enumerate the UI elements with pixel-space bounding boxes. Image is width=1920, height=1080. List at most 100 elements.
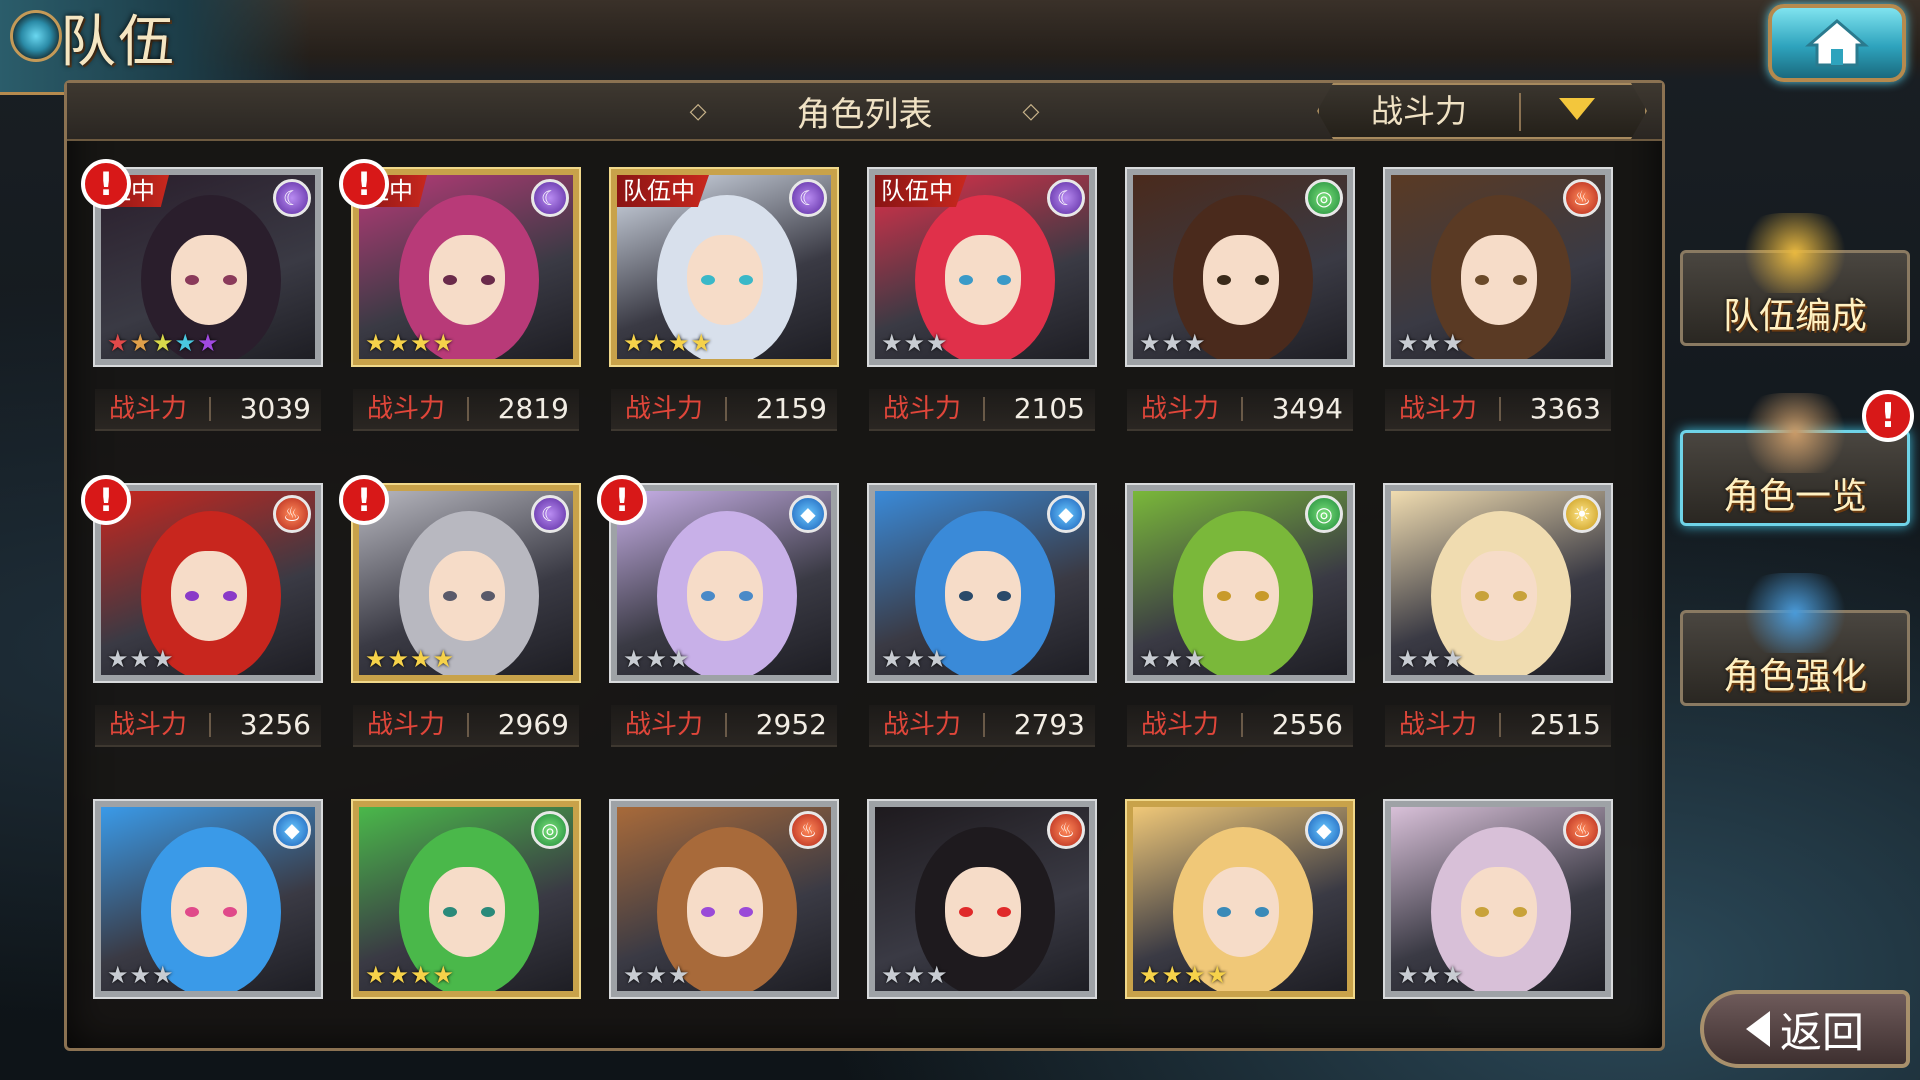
rarity-stars: ★ ★ ★ ★ xyxy=(365,331,454,355)
character-portrait[interactable]: ★ ★ ★ ♨ xyxy=(93,483,323,683)
star-icon: ★ xyxy=(881,329,903,357)
character-portrait[interactable]: ★ ★ ★ ★ ◎ xyxy=(351,799,581,999)
in-team-tag: 队伍中 xyxy=(875,175,967,207)
power-value: 2105 xyxy=(1013,392,1085,425)
character-card[interactable]: ★ ★ ★ ♨ xyxy=(609,799,839,1036)
character-card[interactable]: ★ ★ ★ ☾ 队伍中 战斗力 2105 xyxy=(867,167,1097,449)
power-bar: 战斗力 2969 xyxy=(353,705,579,747)
character-portrait[interactable]: ★ ★ ★ ♨ xyxy=(1383,799,1613,999)
character-card[interactable]: ★ ★ ★ ◆ 战斗力 2793 xyxy=(867,483,1097,765)
panel-title: 角色列表 xyxy=(796,94,933,135)
character-portrait[interactable]: ★ ★ ★ ♨ xyxy=(609,799,839,999)
character-card[interactable]: ★ ★ ★ ♨ 战斗力 3363 xyxy=(1383,167,1613,449)
character-eye xyxy=(959,591,973,601)
character-portrait[interactable]: ★ ★ ★ ◆ xyxy=(867,483,1097,683)
star-icon: ★ xyxy=(645,329,668,357)
character-card[interactable]: ★ ★ ★ ♨! 战斗力 3256 xyxy=(81,475,323,765)
rarity-stars: ★ ★ ★ ★ ★ xyxy=(107,331,219,355)
rarity-stars: ★ ★ ★ xyxy=(1139,647,1206,671)
dropdown-arrow-icon[interactable] xyxy=(1559,98,1595,120)
rarity-stars: ★ ★ ★ xyxy=(623,647,690,671)
character-portrait[interactable]: ★ ★ ★ ★ ★ ☾ 伍中 xyxy=(93,167,323,367)
character-card[interactable]: ★ ★ ★ ♨ xyxy=(867,799,1097,1036)
character-card[interactable]: ★ ★ ★ ☀ 战斗力 2515 xyxy=(1383,483,1613,765)
character-card[interactable]: ★ ★ ★ ★ ☾ 伍中! 战斗力 2819 xyxy=(339,159,581,449)
power-separator xyxy=(209,397,211,421)
side-menu-button[interactable]: 角色强化 xyxy=(1680,573,1910,706)
character-portrait[interactable]: ★ ★ ★ ☾ 队伍中 xyxy=(867,167,1097,367)
character-portrait[interactable]: ★ ★ ★ ◆ xyxy=(609,483,839,683)
character-portrait[interactable]: ★ ★ ★ ★ ☾ 伍中 xyxy=(351,167,581,367)
star-icon: ★ xyxy=(107,329,129,357)
home-button[interactable] xyxy=(1768,4,1906,82)
power-label: 战斗力 xyxy=(1399,710,1478,740)
gear-icon xyxy=(10,10,62,62)
fire-element-icon: ♨ xyxy=(789,811,827,849)
character-portrait[interactable]: ★ ★ ★ ★ ☾ 队伍中 xyxy=(609,167,839,367)
character-card[interactable]: ★ ★ ★ ★ ◎ xyxy=(351,799,581,1036)
character-card[interactable]: ★ ★ ★ ◎ 战斗力 3494 xyxy=(1125,167,1355,449)
star-icon: ★ xyxy=(623,329,645,357)
character-card[interactable]: ★ ★ ★ ◆ xyxy=(93,799,323,1036)
character-card[interactable]: ★ ★ ★ ♨ xyxy=(1383,799,1613,1036)
character-eye xyxy=(1255,591,1269,601)
character-card[interactable]: ★ ★ ★ ◎ 战斗力 2556 xyxy=(1125,483,1355,765)
sort-label: 战斗力 xyxy=(1370,92,1467,130)
power-separator xyxy=(1241,713,1243,737)
rarity-stars: ★ ★ ★ xyxy=(1397,331,1464,355)
star-icon: ★ xyxy=(1397,645,1419,673)
alert-icon: ! xyxy=(1862,390,1914,442)
power-value: 2793 xyxy=(1013,708,1085,741)
character-portrait[interactable]: ★ ★ ★ ♨ xyxy=(1383,167,1613,367)
moon-element-icon: ☾ xyxy=(789,179,827,217)
character-portrait[interactable]: ★ ★ ★ ★ ☾ xyxy=(351,483,581,683)
character-card[interactable]: ★ ★ ★ ◆! 战斗力 2952 xyxy=(597,475,839,765)
back-button[interactable]: 返回 xyxy=(1700,990,1910,1068)
power-label: 战斗力 xyxy=(109,710,188,740)
light-element-icon: ☀ xyxy=(1563,495,1601,533)
power-value: 2819 xyxy=(497,392,569,425)
water-element-icon: ◆ xyxy=(1305,811,1343,849)
character-eye xyxy=(959,907,973,917)
star-icon: ★ xyxy=(432,329,455,357)
power-separator xyxy=(467,397,469,421)
character-card[interactable]: ★ ★ ★ ★ ☾! 战斗力 2969 xyxy=(339,475,581,765)
back-label: 返回 xyxy=(1779,1007,1864,1057)
character-portrait[interactable]: ★ ★ ★ ◆ xyxy=(93,799,323,999)
star-icon: ★ xyxy=(1161,961,1184,989)
rarity-stars: ★ ★ ★ xyxy=(1397,963,1464,987)
character-portrait[interactable]: ★ ★ ★ ◎ xyxy=(1125,483,1355,683)
power-value: 2556 xyxy=(1271,708,1343,741)
side-menu-button[interactable]: 角色一览 xyxy=(1680,393,1910,526)
sort-dropdown[interactable]: 战斗力 xyxy=(1317,83,1647,139)
character-eye xyxy=(959,275,973,285)
character-card[interactable]: ★ ★ ★ ★ ◆ xyxy=(1125,799,1355,1036)
character-portrait[interactable]: ★ ★ ★ ♨ xyxy=(867,799,1097,999)
star-icon: ★ xyxy=(1184,961,1206,989)
power-separator xyxy=(1241,397,1243,421)
star-icon: ★ xyxy=(410,645,432,673)
character-portrait[interactable]: ★ ★ ★ ★ ◆ xyxy=(1125,799,1355,999)
character-eye xyxy=(1217,275,1231,285)
star-icon: ★ xyxy=(129,961,152,989)
moon-element-icon: ☾ xyxy=(531,179,569,217)
character-card[interactable]: ★ ★ ★ ★ ★ ☾ 伍中! 战斗力 3039 xyxy=(81,159,323,449)
character-card[interactable]: ★ ★ ★ ★ ☾ 队伍中 战斗力 2159 xyxy=(609,167,839,449)
rarity-stars: ★ ★ ★ xyxy=(881,331,948,355)
power-value: 3039 xyxy=(239,392,311,425)
power-label: 战斗力 xyxy=(1141,710,1220,740)
character-eye xyxy=(701,275,715,285)
rarity-stars: ★ ★ ★ ★ xyxy=(623,331,712,355)
star-icon: ★ xyxy=(1442,645,1464,673)
power-bar: 战斗力 2159 xyxy=(611,389,837,431)
rarity-stars: ★ ★ ★ xyxy=(107,647,174,671)
side-menu-button[interactable]: 队伍编成 xyxy=(1680,213,1910,346)
star-icon: ★ xyxy=(1442,329,1464,357)
star-icon: ★ xyxy=(1419,645,1442,673)
power-bar: 战斗力 2515 xyxy=(1385,705,1611,747)
character-eye xyxy=(739,275,753,285)
character-eye xyxy=(1475,275,1489,285)
character-portrait[interactable]: ★ ★ ★ ☀ xyxy=(1383,483,1613,683)
character-portrait[interactable]: ★ ★ ★ ◎ xyxy=(1125,167,1355,367)
power-label: 战斗力 xyxy=(883,710,962,740)
